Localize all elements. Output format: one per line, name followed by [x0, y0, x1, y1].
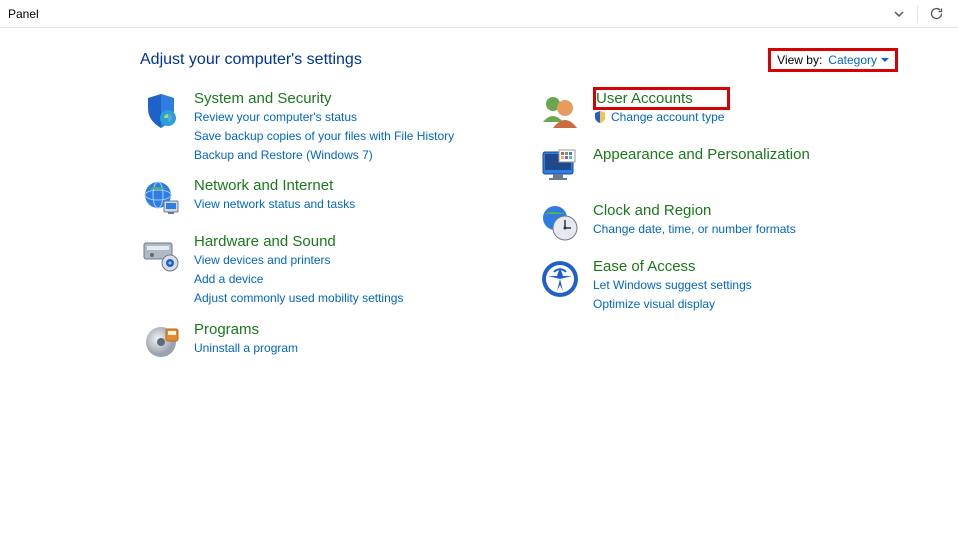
category-user-accounts: User Accounts Change account type	[539, 90, 898, 132]
content-area: Adjust your computer's settings View by:…	[0, 28, 958, 377]
link-windows-suggest[interactable]: Let Windows suggest settings	[593, 277, 752, 294]
uac-shield-icon	[593, 110, 607, 124]
link-optimize-visual[interactable]: Optimize visual display	[593, 296, 752, 313]
category-title-clock-region[interactable]: Clock and Region	[593, 202, 796, 219]
category-hardware-sound: Hardware and Sound View devices and prin…	[140, 233, 499, 306]
view-by-dropdown[interactable]: Category	[828, 53, 889, 67]
category-appearance-personalization: Appearance and Personalization	[539, 146, 898, 188]
appearance-personalization-icon	[539, 146, 581, 188]
titlebar-separator	[917, 5, 918, 23]
category-network-internet: Network and Internet View network status…	[140, 177, 499, 219]
link-file-history[interactable]: Save backup copies of your files with Fi…	[194, 128, 454, 145]
category-ease-of-access: Ease of Access Let Windows suggest setti…	[539, 258, 898, 313]
category-title-network-internet[interactable]: Network and Internet	[194, 177, 355, 194]
category-clock-region: Clock and Region Change date, time, or n…	[539, 202, 898, 244]
column-right: User Accounts Change account type Appear…	[539, 90, 898, 377]
view-by-label: View by:	[777, 53, 822, 67]
category-body: Ease of Access Let Windows suggest setti…	[593, 258, 752, 313]
page-heading: Adjust your computer's settings	[140, 51, 362, 69]
link-text: Change account type	[611, 109, 724, 126]
link-mobility-settings[interactable]: Adjust commonly used mobility settings	[194, 290, 403, 307]
titlebar: Panel	[0, 0, 958, 28]
category-body: Programs Uninstall a program	[194, 321, 298, 357]
clock-region-icon	[539, 202, 581, 244]
column-left: System and Security Review your computer…	[140, 90, 499, 377]
category-title-user-accounts[interactable]: User Accounts	[593, 87, 730, 110]
programs-icon	[140, 321, 182, 363]
link-uninstall-program[interactable]: Uninstall a program	[194, 340, 298, 357]
category-programs: Programs Uninstall a program	[140, 321, 499, 363]
view-by-value: Category	[828, 53, 877, 67]
link-add-device[interactable]: Add a device	[194, 271, 403, 288]
ease-of-access-icon	[539, 258, 581, 300]
category-title-ease-of-access[interactable]: Ease of Access	[593, 258, 752, 275]
category-body: System and Security Review your computer…	[194, 90, 454, 163]
link-review-status[interactable]: Review your computer's status	[194, 109, 454, 126]
category-title-appearance-personalization[interactable]: Appearance and Personalization	[593, 146, 810, 163]
network-internet-icon	[140, 177, 182, 219]
category-system-security: System and Security Review your computer…	[140, 90, 499, 163]
category-body: Network and Internet View network status…	[194, 177, 355, 213]
heading-row: Adjust your computer's settings View by:…	[140, 48, 898, 72]
hardware-sound-icon	[140, 233, 182, 275]
dropdown-arrow-icon	[881, 56, 889, 64]
link-change-account-type[interactable]: Change account type	[593, 109, 724, 126]
category-body: Clock and Region Change date, time, or n…	[593, 202, 796, 238]
user-accounts-icon	[539, 90, 581, 132]
category-body: Appearance and Personalization	[593, 146, 810, 163]
category-body: Hardware and Sound View devices and prin…	[194, 233, 403, 306]
link-network-status[interactable]: View network status and tasks	[194, 196, 355, 213]
category-body: User Accounts Change account type	[593, 90, 724, 126]
category-columns: System and Security Review your computer…	[140, 90, 898, 377]
link-backup-restore[interactable]: Backup and Restore (Windows 7)	[194, 147, 454, 164]
category-title-hardware-sound[interactable]: Hardware and Sound	[194, 233, 403, 250]
system-security-icon	[140, 90, 182, 132]
link-devices-printers[interactable]: View devices and printers	[194, 252, 403, 269]
link-date-time-formats[interactable]: Change date, time, or number formats	[593, 221, 796, 238]
category-title-programs[interactable]: Programs	[194, 321, 298, 338]
chevron-down-icon	[893, 8, 905, 20]
category-title-system-security[interactable]: System and Security	[194, 90, 454, 107]
refresh-icon	[929, 7, 943, 21]
window-title: Panel	[8, 7, 885, 21]
chevron-down-button[interactable]	[885, 0, 913, 28]
view-by-box: View by: Category	[768, 48, 898, 72]
refresh-button[interactable]	[922, 0, 950, 28]
